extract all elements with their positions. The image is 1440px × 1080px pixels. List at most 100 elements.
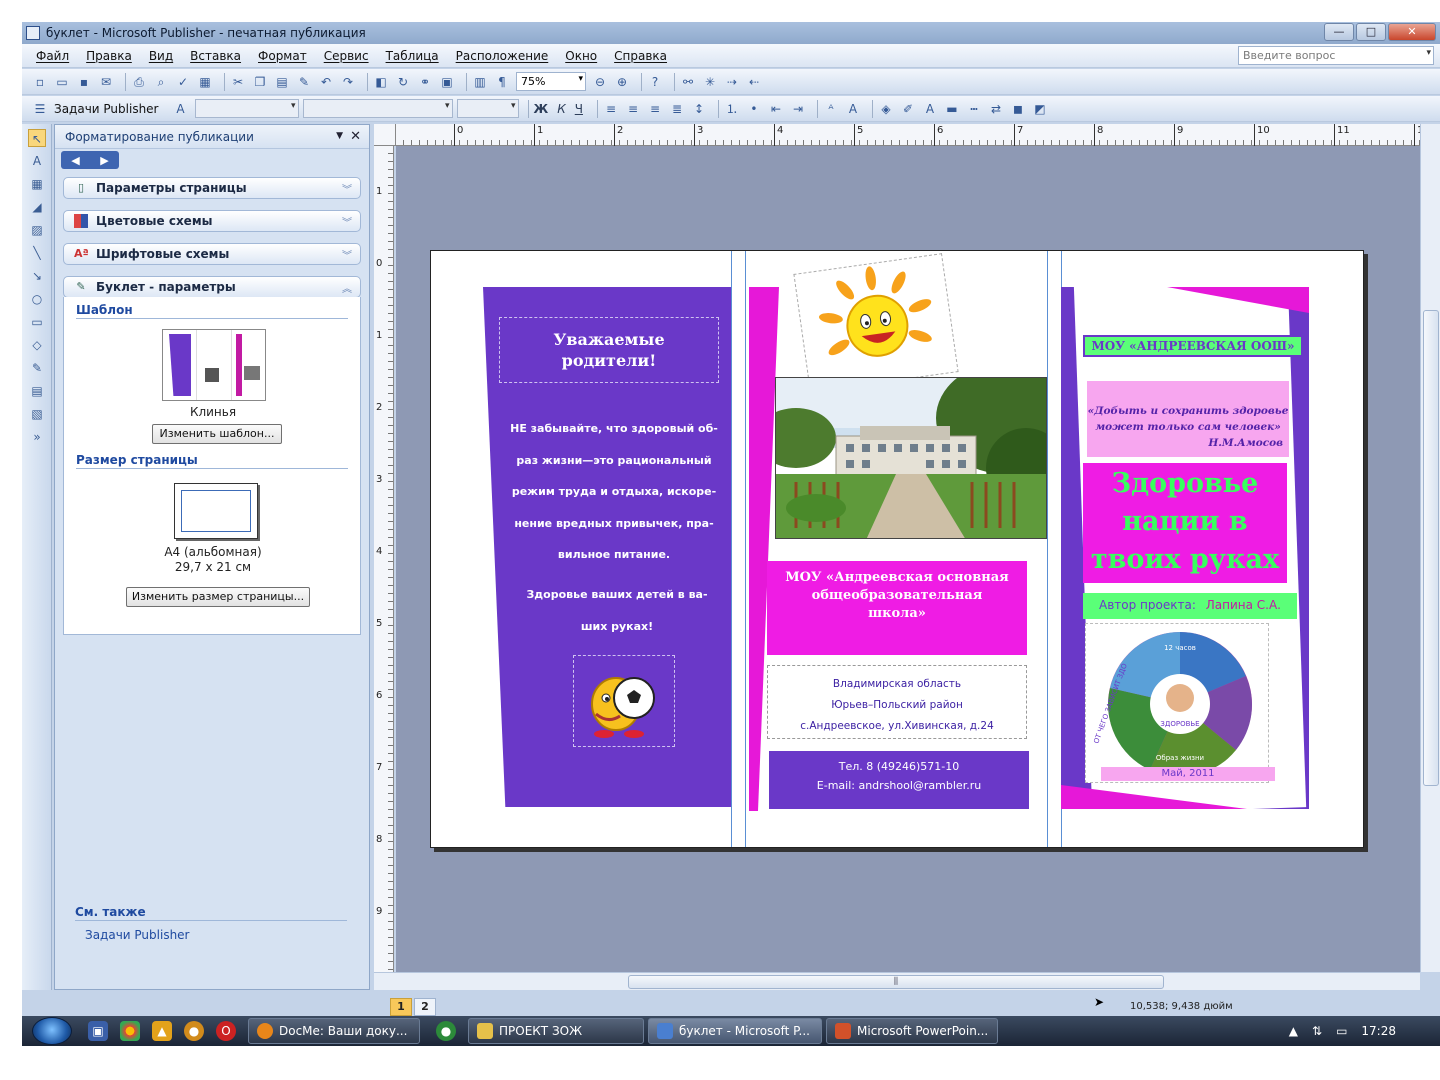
- dropdown-arrow-icon[interactable]: ▾: [1426, 48, 1431, 58]
- decrease-indent-icon[interactable]: ⇤: [768, 101, 784, 117]
- line-style-icon[interactable]: ▬: [944, 101, 960, 117]
- help-icon[interactable]: ?: [647, 74, 663, 90]
- forward-icon[interactable]: ▶: [100, 154, 108, 167]
- publisher-tasks-button[interactable]: Задачи Publisher: [54, 102, 159, 116]
- copy-icon[interactable]: ❐: [252, 74, 268, 90]
- picture-frame-icon[interactable]: ▨: [28, 221, 46, 239]
- print-icon[interactable]: ⎙: [131, 74, 147, 90]
- taskbar-docme[interactable]: DocMe: Ваши доку...: [248, 1018, 420, 1044]
- insert-picture-icon[interactable]: ▣: [439, 74, 455, 90]
- health-title-box[interactable]: Здоровье нации в твоих руках: [1083, 463, 1287, 583]
- brochure-page[interactable]: Уважаемые родители! НЕ забывайте, что зд…: [430, 250, 1364, 848]
- minimize-button[interactable]: —: [1324, 23, 1354, 41]
- menu-file[interactable]: Файл: [36, 49, 69, 63]
- dropdown-arrow-icon[interactable]: ▾: [578, 74, 583, 84]
- quicklaunch-media-icon[interactable]: ●: [184, 1021, 204, 1041]
- contact-box[interactable]: Тел. 8 (49246)571-10 E-mail: andrshool@r…: [769, 751, 1029, 809]
- redo-icon[interactable]: ↷: [340, 74, 356, 90]
- font-size-select[interactable]: ▾: [456, 99, 519, 118]
- cut-icon[interactable]: ✂: [230, 74, 246, 90]
- menu-help[interactable]: Справка: [614, 49, 667, 63]
- vertical-ruler[interactable]: 1 0 1 2 3 4 5 6 7 8 9: [374, 146, 394, 972]
- link-icon[interactable]: ⚯: [680, 74, 696, 90]
- parents-heading-box[interactable]: Уважаемые родители!: [499, 317, 719, 383]
- network-icon[interactable]: ⇅: [1312, 1024, 1322, 1038]
- sun-clipart[interactable]: [793, 253, 959, 393]
- dropdown-arrow-icon[interactable]: ▾: [511, 101, 516, 111]
- menu-window[interactable]: Окно: [565, 49, 597, 63]
- increase-indent-icon[interactable]: ⇥: [790, 101, 806, 117]
- page-2-tab[interactable]: 2: [414, 998, 436, 1016]
- taskbar-publisher[interactable]: буклет - Microsoft P...: [648, 1018, 822, 1044]
- more-tools-icon[interactable]: »: [28, 428, 46, 446]
- menu-insert[interactable]: Вставка: [190, 49, 241, 63]
- maximize-button[interactable]: □: [1356, 23, 1386, 41]
- increase-font-icon[interactable]: A: [845, 101, 861, 117]
- spelling-icon[interactable]: ✓: [175, 74, 191, 90]
- quicklaunch-chat-icon[interactable]: ●: [436, 1021, 456, 1041]
- hotspot-icon[interactable]: ▧: [28, 405, 46, 423]
- design-gallery-icon[interactable]: ✎: [28, 359, 46, 377]
- unlink-icon[interactable]: ✳: [702, 74, 718, 90]
- menu-edit[interactable]: Правка: [86, 49, 132, 63]
- close-button[interactable]: ✕: [1388, 23, 1436, 41]
- justify-icon[interactable]: ≣: [669, 101, 685, 117]
- line-spacing-icon[interactable]: ↕: [691, 101, 707, 117]
- italic-button[interactable]: К: [557, 102, 566, 116]
- style-select[interactable]: ▾: [194, 99, 299, 118]
- school-name-box[interactable]: МОУ «Андреевская основная общеобразовате…: [767, 561, 1027, 655]
- decrease-font-icon[interactable]: ᴬ: [823, 101, 839, 117]
- section-brochure-options[interactable]: ✎ Буклет - параметры ︽: [63, 276, 361, 298]
- text-box-icon[interactable]: A: [28, 152, 46, 170]
- menu-table[interactable]: Таблица: [386, 49, 439, 63]
- align-right-icon[interactable]: ≡: [647, 101, 663, 117]
- align-center-icon[interactable]: ≡: [625, 101, 641, 117]
- email-icon[interactable]: ✉: [98, 74, 114, 90]
- section-page-options[interactable]: ▯ Параметры страницы ︾: [63, 177, 361, 199]
- rectangle-tool-icon[interactable]: ▭: [28, 313, 46, 331]
- menu-tools[interactable]: Сервис: [324, 49, 369, 63]
- school-short-name-box[interactable]: МОУ «АНДРЕЕВСКАЯ ООШ»: [1083, 335, 1303, 357]
- task-pane-close-icon[interactable]: ✕: [350, 129, 361, 144]
- dropdown-arrow-icon[interactable]: ▾: [445, 101, 450, 111]
- menu-view[interactable]: Вид: [149, 49, 173, 63]
- ruler-corner[interactable]: [374, 124, 396, 146]
- horizontal-ruler[interactable]: 0123456789101112: [396, 124, 1430, 146]
- paste-icon[interactable]: ▤: [274, 74, 290, 90]
- display-icon[interactable]: ▭: [1336, 1024, 1347, 1038]
- align-left-icon[interactable]: ≡: [603, 101, 619, 117]
- football-clipart[interactable]: [573, 655, 675, 747]
- chevron-up-icon[interactable]: ︽: [342, 280, 352, 295]
- catalog-merge-icon[interactable]: ▤: [28, 382, 46, 400]
- bold-button[interactable]: Ж: [534, 102, 549, 116]
- bring-forward-icon[interactable]: ◧: [373, 74, 389, 90]
- format-painter-icon[interactable]: ✎: [296, 74, 312, 90]
- text-box-back-icon[interactable]: ⇠: [746, 74, 762, 90]
- health-hands-text-box[interactable]: Здоровье ваших детей в ва- ших руках!: [517, 579, 717, 643]
- menu-format[interactable]: Формат: [258, 49, 307, 63]
- chevron-down-icon[interactable]: ︾: [342, 181, 352, 196]
- school-photo[interactable]: [775, 377, 1047, 539]
- ask-question-input[interactable]: Введите вопрос ▾: [1238, 46, 1434, 65]
- vertical-scroll-thumb[interactable]: [1423, 310, 1439, 786]
- taskbar-powerpoint[interactable]: Microsoft PowerPoin...: [826, 1018, 998, 1044]
- start-button[interactable]: [32, 1017, 72, 1045]
- zoom-in-icon[interactable]: ⊕: [614, 74, 630, 90]
- dropdown-arrow-icon[interactable]: ▾: [291, 101, 296, 111]
- quicklaunch-chrome-icon[interactable]: [120, 1021, 140, 1041]
- line-color-icon[interactable]: ✐: [900, 101, 916, 117]
- back-icon[interactable]: ◀: [71, 154, 79, 167]
- address-box[interactable]: Владимирская область Юрьев–Польский райо…: [767, 665, 1027, 739]
- dash-style-icon[interactable]: ┅: [966, 101, 982, 117]
- quicklaunch-explorer-icon[interactable]: ▣: [88, 1021, 108, 1041]
- change-template-button[interactable]: Изменить шаблон...: [152, 424, 282, 444]
- insert-table-icon[interactable]: ▦: [28, 175, 46, 193]
- quicklaunch-opera-icon[interactable]: O: [216, 1021, 236, 1041]
- health-factors-diagram[interactable]: ЗДОРОВЬЕ 12 часов Образ жизни ОТ ЧЕГО ЗА…: [1085, 623, 1269, 783]
- taskbar-project-folder[interactable]: ПРОЕКТ ЗОЖ: [468, 1018, 644, 1044]
- font-select[interactable]: ▾: [302, 99, 453, 118]
- line-tool-icon[interactable]: ╲: [28, 244, 46, 262]
- horizontal-scroll-thumb[interactable]: ⫼: [628, 975, 1164, 989]
- fill-color-icon[interactable]: ◈: [878, 101, 894, 117]
- shadow-style-icon[interactable]: ◼: [1010, 101, 1026, 117]
